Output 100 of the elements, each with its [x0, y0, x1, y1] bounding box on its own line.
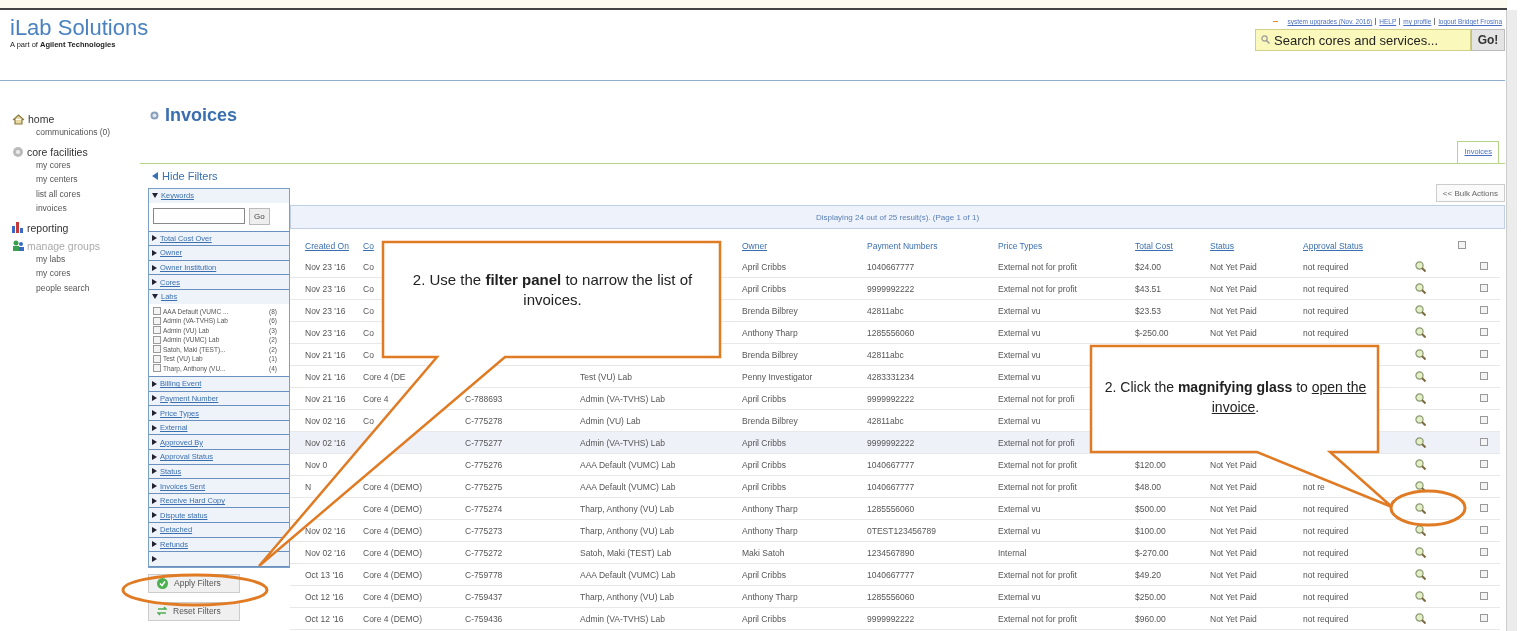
checkbox[interactable] [153, 364, 161, 373]
bulk-actions-button[interactable]: << Bulk Actions [1435, 184, 1505, 202]
table-cell: not required [1303, 525, 1349, 536]
column-header[interactable]: Owner [742, 241, 768, 251]
checkbox[interactable] [1480, 437, 1488, 446]
nav-subitem[interactable]: communications (0) [12, 125, 140, 140]
go-button[interactable]: Go [249, 207, 270, 225]
magnifier-icon[interactable] [1415, 261, 1426, 272]
table-cell: Core 4 (DEMO) [363, 591, 423, 602]
checkbox[interactable] [153, 316, 161, 325]
table-cell: Tharp, Anthony (VU) Lab [580, 591, 675, 602]
column-header[interactable]: Total Cost [1135, 241, 1173, 251]
checkbox[interactable] [153, 335, 161, 344]
table-cell: External not for profit [998, 481, 1077, 492]
checkbox[interactable] [153, 354, 161, 363]
checkbox[interactable] [1480, 459, 1488, 468]
nav-subitem[interactable]: invoices [12, 201, 140, 216]
table-cell: External vu [998, 327, 1041, 338]
table-cell: Core 4 (DE [363, 371, 406, 382]
table-cell: April Cribbs [742, 283, 786, 294]
table-cell: Anthony Tharp [742, 591, 798, 602]
table-cell: Not Yet Paid [1210, 569, 1257, 580]
magnifier-icon[interactable] [1415, 437, 1426, 448]
column-header[interactable]: Co [363, 241, 374, 251]
table-cell: C-775273 [465, 525, 503, 536]
arrows-icon [157, 606, 167, 617]
keyword-field[interactable] [153, 207, 245, 224]
table-cell: Co [363, 415, 374, 426]
table-cell: Core 4 (DEMO) [363, 613, 423, 624]
table-cell: Tharp, Anthony (VU) Lab [580, 525, 675, 536]
magnifier-icon[interactable] [1415, 393, 1426, 404]
column-header[interactable]: Approval Status [1303, 241, 1363, 251]
checkbox[interactable] [1480, 371, 1488, 380]
checkbox[interactable] [1480, 283, 1488, 292]
checkbox[interactable] [1480, 393, 1488, 402]
nav-item[interactable]: home [28, 113, 55, 125]
column-header[interactable]: Created On [305, 241, 349, 251]
checkbox[interactable] [1480, 569, 1488, 578]
checkbox[interactable] [153, 326, 161, 335]
checkbox[interactable] [1458, 241, 1466, 249]
checkbox[interactable] [1480, 503, 1488, 512]
column-header[interactable]: Status [1210, 241, 1235, 251]
magnifier-icon[interactable] [1415, 415, 1426, 426]
table-cell: C-775275 [465, 481, 503, 492]
table-cell: Not Yet Paid [1210, 327, 1257, 338]
table-cell: External not for profi [998, 393, 1075, 404]
magnifier-icon[interactable] [1415, 327, 1426, 338]
scrollbar[interactable] [1506, 10, 1517, 631]
table-cell: 9999992222 [867, 283, 915, 294]
checkbox[interactable] [1480, 525, 1488, 534]
table-cell: Not Yet Paid [1210, 261, 1257, 272]
table-cell: Not Yet Paid [1210, 525, 1257, 536]
magnifier-icon[interactable] [1415, 569, 1426, 580]
checkbox[interactable] [153, 345, 161, 354]
column-header[interactable]: Payment Numbers [867, 241, 938, 251]
checkbox[interactable] [1480, 349, 1488, 358]
results-info: Displaying 24 out of 25 result(s). (Page 1 of 1) [815, 212, 980, 222]
magnifier-icon[interactable] [1415, 481, 1426, 492]
magnifier-icon[interactable] [1415, 613, 1426, 624]
table-cell: External vu [998, 503, 1041, 514]
go-button[interactable]: Go! [1471, 29, 1505, 51]
checkbox[interactable] [1480, 591, 1488, 600]
table-cell: April Cribbs [742, 459, 786, 470]
magnifier-icon[interactable] [1415, 305, 1426, 316]
magnifier-icon[interactable] [1415, 371, 1426, 382]
magnifier-icon[interactable] [1415, 503, 1426, 514]
checkbox[interactable] [1480, 261, 1488, 270]
table-cell: Brenda Bilbrey [742, 415, 798, 426]
checkbox[interactable] [153, 307, 161, 316]
magnifier-icon[interactable] [1415, 547, 1426, 558]
magnifier-icon[interactable] [1415, 459, 1426, 470]
bullet-icon [150, 110, 159, 120]
hide-filters-link[interactable]: Hide Filters [152, 170, 218, 182]
table-cell: 4283331234 [867, 371, 915, 382]
table-cell: C-788693 [465, 393, 503, 404]
checkbox[interactable] [1480, 547, 1488, 556]
nav-subitem[interactable]: my cores [12, 157, 140, 172]
search-field[interactable]: Search cores and services... [1255, 29, 1471, 51]
callout-text: 2. Use the filter panel to narrow the list of invoices. [411, 270, 694, 310]
table-cell: AAA Default (VUMC) Lab [580, 569, 676, 580]
magnifier-icon[interactable] [1415, 349, 1426, 360]
nav-subitem[interactable]: my centers [12, 172, 140, 187]
checkbox[interactable] [1480, 327, 1488, 336]
magnifier-icon[interactable] [1415, 283, 1426, 294]
table-cell: Admin (VU) Lab [580, 415, 641, 426]
checkbox[interactable] [1480, 415, 1488, 424]
table-cell: 9999992222 [867, 613, 915, 624]
nav-subitem[interactable]: list all cores [12, 186, 140, 201]
table-cell: Nov 23 '16 [305, 327, 346, 338]
checkbox[interactable] [1480, 613, 1488, 622]
checkbox[interactable] [1480, 481, 1488, 490]
table-cell: 1285556060 [867, 503, 915, 514]
magnifier-icon[interactable] [1415, 591, 1426, 602]
nav-item[interactable]: reporting [27, 221, 69, 234]
table-cell: C-759436 [465, 613, 503, 624]
nav-item[interactable]: core facilities [27, 145, 88, 158]
checkbox[interactable] [1480, 305, 1488, 314]
column-header[interactable]: Price Types [998, 241, 1043, 251]
magnifier-icon[interactable] [1415, 525, 1426, 536]
table-cell: 42811abc [867, 349, 904, 360]
